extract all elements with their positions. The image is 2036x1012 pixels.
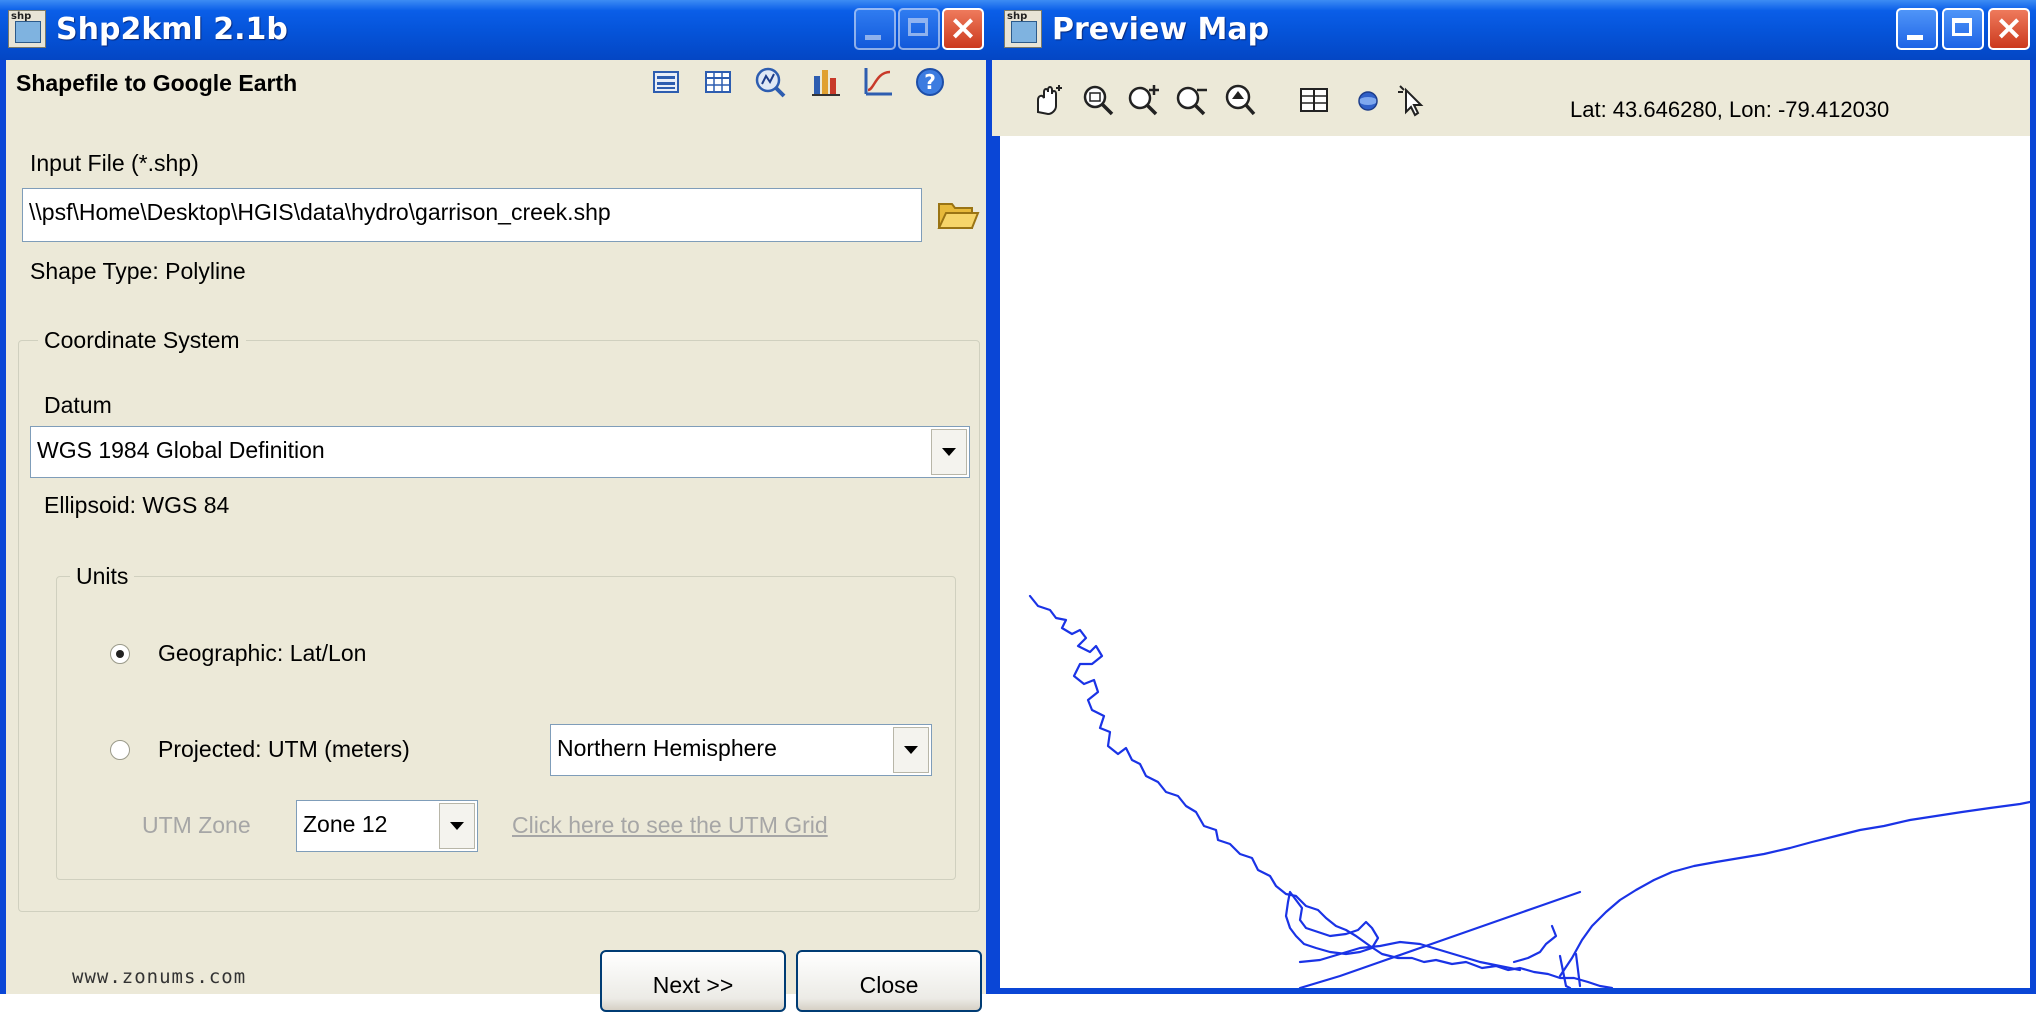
- next-button-label: Next >>: [652, 972, 734, 998]
- graph-icon[interactable]: [860, 64, 896, 100]
- close-icon: ×: [948, 8, 978, 48]
- datum-dropdown[interactable]: WGS 1984 Global Definition: [30, 426, 970, 478]
- datum-dropdown-arrow[interactable]: [931, 429, 967, 475]
- preview-app-icon[interactable]: shp: [1004, 10, 1042, 48]
- utm-zone-value: Zone 12: [303, 811, 388, 837]
- website-url[interactable]: www.zonums.com: [72, 966, 246, 988]
- east-branch-polyline: [1558, 800, 2032, 978]
- zoom-in-icon[interactable]: [1126, 82, 1162, 118]
- input-file-label: Input File (*.shp): [30, 150, 199, 176]
- outlet-structure: [1512, 924, 1558, 964]
- utm-grid-link[interactable]: Click here to see the UTM Grid: [512, 812, 828, 839]
- input-file-value: \\psf\Home\Desktop\HGIS\data\hydro\garri…: [29, 199, 611, 225]
- app-subtitle: Shapefile to Google Earth: [16, 70, 298, 96]
- title-bar[interactable]: shp Shp2kml 2.1b ×: [0, 0, 992, 60]
- minimize-button[interactable]: [854, 8, 896, 50]
- geographic-radio[interactable]: [110, 644, 130, 664]
- hemisphere-dropdown-arrow[interactable]: [893, 727, 929, 773]
- preview-close-button[interactable]: ×: [1988, 8, 2030, 50]
- map-canvas[interactable]: [1000, 136, 2032, 990]
- list-icon[interactable]: [648, 64, 684, 100]
- hemisphere-dropdown[interactable]: Northern Hemisphere: [550, 724, 932, 776]
- minimize-icon: [1907, 35, 1923, 40]
- close-button[interactable]: Close: [796, 950, 982, 1012]
- bar-chart-icon[interactable]: [808, 64, 844, 100]
- utm-zone-dropdown-arrow[interactable]: [439, 803, 475, 849]
- projected-utm-label: Projected: UTM (meters): [158, 736, 410, 762]
- zoom-extent-icon[interactable]: [1080, 82, 1116, 118]
- south-branch-polyline: [1298, 940, 1522, 972]
- window-title: Shp2kml 2.1b: [56, 12, 288, 47]
- close-icon: ×: [1994, 8, 2024, 48]
- shape-type-label: Shape Type: Polyline: [30, 258, 246, 284]
- chart-icon[interactable]: [752, 64, 788, 100]
- close-window-button[interactable]: ×: [942, 8, 984, 50]
- preview-minimize-button[interactable]: [1896, 8, 1938, 50]
- utm-zone-label: UTM Zone: [142, 812, 251, 838]
- close-button-label: Close: [859, 972, 919, 998]
- next-button[interactable]: Next >>: [600, 950, 786, 1012]
- hemisphere-value: Northern Hemisphere: [557, 735, 777, 761]
- ellipsoid-label: Ellipsoid: WGS 84: [44, 492, 230, 518]
- creek-polyline: [1028, 594, 1614, 990]
- preview-window-title: Preview Map: [1052, 12, 1270, 47]
- datum-label: Datum: [44, 392, 112, 418]
- open-folder-icon[interactable]: [936, 194, 980, 234]
- minimize-icon: [865, 35, 881, 40]
- units-legend: Units: [70, 563, 135, 590]
- map-features: [1028, 594, 2032, 990]
- app-icon[interactable]: shp: [8, 10, 46, 48]
- maximize-icon: [1952, 18, 1972, 36]
- zoom-previous-icon[interactable]: [1222, 82, 1258, 118]
- input-file-field[interactable]: \\psf\Home\Desktop\HGIS\data\hydro\garri…: [22, 188, 922, 242]
- zoom-out-icon[interactable]: [1174, 82, 1210, 118]
- geographic-label: Geographic: Lat/Lon: [158, 640, 367, 666]
- select-pointer-icon[interactable]: [1394, 82, 1430, 118]
- pan-icon[interactable]: [1030, 82, 1066, 118]
- projected-utm-radio[interactable]: [110, 740, 130, 760]
- help-icon[interactable]: ?: [912, 64, 948, 100]
- preview-maximize-button[interactable]: [1942, 8, 1984, 50]
- globe-icon[interactable]: [1350, 82, 1386, 118]
- maximize-icon: [908, 18, 928, 36]
- maximize-button[interactable]: [898, 8, 940, 50]
- utm-zone-dropdown[interactable]: Zone 12: [296, 800, 478, 852]
- datum-value: WGS 1984 Global Definition: [37, 437, 325, 463]
- table-icon[interactable]: [700, 64, 736, 100]
- coordinate-system-legend: Coordinate System: [38, 327, 246, 354]
- preview-title-bar[interactable]: shp Preview Map ×: [986, 0, 2036, 60]
- cursor-coordinates: Lat: 43.646280, Lon: -79.412030: [1570, 97, 1890, 122]
- attribute-table-icon[interactable]: [1296, 82, 1332, 118]
- svg-text:?: ?: [924, 70, 936, 94]
